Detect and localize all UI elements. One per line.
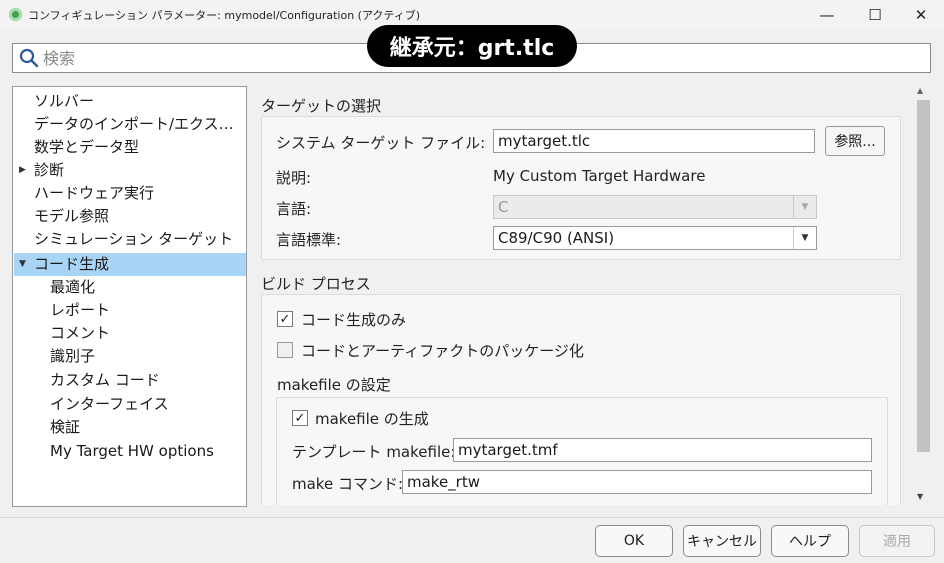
language-dropdown: C ▼: [493, 195, 817, 219]
tree-item-optimization[interactable]: 最適化: [14, 276, 246, 299]
tree-item-label: 数学とデータ型: [34, 138, 140, 156]
tree-item-interface[interactable]: インターフェイス: [14, 393, 246, 416]
tree-item-label: My Target HW options: [50, 442, 214, 460]
tree-item-verification[interactable]: 検証: [14, 416, 246, 439]
chevron-down-icon[interactable]: ▼: [793, 227, 816, 249]
tree-item-label: シミュレーション ターゲット: [34, 230, 234, 248]
tree-item-label: レポート: [50, 301, 111, 319]
tree-item-solver[interactable]: ソルバー: [14, 90, 246, 113]
settings-pane: ターゲットの選択 システム ターゲット ファイル: mytarget.tlc 参…: [249, 86, 913, 505]
scroll-down-icon[interactable]: ▼: [917, 492, 923, 501]
tree-item-label: コメント: [50, 324, 111, 342]
scroll-up-icon[interactable]: ▲: [917, 86, 923, 95]
build-process-title: ビルド プロセス: [261, 275, 371, 293]
tree-item-label: 識別子: [50, 347, 96, 365]
language-value: C: [498, 198, 509, 216]
chevron-down-icon: ▼: [793, 196, 816, 218]
makefile-group: ✓ makefile の生成 テンプレート makefile: mytarget…: [276, 397, 888, 505]
search-icon: [19, 48, 39, 68]
package-code-checkbox[interactable]: [277, 342, 293, 358]
ok-button[interactable]: OK: [595, 525, 673, 557]
package-code-label: コードとアーティファクトのパッケージ化: [301, 342, 584, 360]
tree-item-label: データのインポート/エクスポート: [34, 115, 243, 133]
tree-item-report[interactable]: レポート: [14, 299, 246, 322]
build-process-group: ✓ コード生成のみ コードとアーティファクトのパッケージ化 makefile の…: [261, 294, 901, 505]
generate-makefile-label: makefile の生成: [315, 410, 429, 428]
app-icon: [9, 8, 22, 21]
tree-item-simulation-target[interactable]: シミュレーション ターゲット: [14, 228, 246, 251]
close-button[interactable]: ✕: [898, 0, 944, 30]
language-standard-label: 言語標準:: [276, 231, 342, 249]
tree-item-math-datatypes[interactable]: 数学とデータ型: [14, 136, 246, 159]
tree-item-label: カスタム コード: [50, 371, 160, 389]
description-value: My Custom Target Hardware: [493, 167, 706, 185]
tree-item-label: 診断: [34, 161, 65, 179]
vertical-scrollbar[interactable]: ▲ ▼: [915, 86, 931, 505]
category-tree[interactable]: ソルバー データのインポート/エクスポート 数学とデータ型 ▶ 診断 ハードウェア…: [12, 86, 247, 507]
make-command-field[interactable]: make_rtw: [402, 470, 872, 494]
tree-item-diagnostics[interactable]: ▶ 診断: [14, 159, 246, 182]
template-makefile-field[interactable]: mytarget.tmf: [453, 438, 872, 462]
cancel-button[interactable]: キャンセル: [683, 525, 761, 557]
browse-button[interactable]: 参照...: [825, 126, 885, 156]
tree-item-model-referencing[interactable]: モデル参照: [14, 205, 246, 228]
window-title: コンフィギュレーション パラメーター: mymodel/Configuratio…: [28, 9, 421, 22]
language-label: 言語:: [276, 200, 312, 218]
tree-item-label: 検証: [50, 418, 81, 436]
description-label: 説明:: [276, 169, 312, 187]
tree-item-custom-code[interactable]: カスタム コード: [14, 369, 246, 392]
tree-item-data-import-export[interactable]: データのインポート/エクスポート: [14, 113, 243, 136]
expand-arrow-icon[interactable]: ▶: [19, 159, 26, 182]
target-selection-title: ターゲットの選択: [261, 97, 382, 115]
generate-code-only-label: コード生成のみ: [301, 311, 407, 329]
minimize-button[interactable]: —: [804, 0, 850, 30]
generate-code-only-checkbox[interactable]: ✓: [277, 311, 293, 327]
system-target-field[interactable]: mytarget.tlc: [493, 129, 815, 153]
dialog-button-bar: OK キャンセル ヘルプ 適用: [0, 517, 944, 563]
tree-item-label: 最適化: [50, 278, 96, 296]
tree-item-label: ハードウェア実行: [34, 184, 155, 202]
language-standard-dropdown[interactable]: C89/C90 (ANSI) ▼: [493, 226, 817, 250]
tree-item-hardware-implementation[interactable]: ハードウェア実行: [14, 182, 246, 205]
generate-makefile-checkbox[interactable]: ✓: [292, 410, 308, 426]
target-selection-group: システム ターゲット ファイル: mytarget.tlc 参照... 説明: …: [261, 116, 901, 260]
tree-item-code-generation[interactable]: ▼ コード生成: [14, 253, 246, 276]
tree-item-comments[interactable]: コメント: [14, 322, 246, 345]
tree-item-identifiers[interactable]: 識別子: [14, 345, 246, 368]
tree-item-my-target-hw-options[interactable]: My Target HW options: [14, 440, 246, 463]
apply-button[interactable]: 適用: [859, 525, 935, 557]
language-standard-value: C89/C90 (ANSI): [498, 229, 615, 247]
template-makefile-label: テンプレート makefile:: [292, 443, 456, 461]
collapse-arrow-icon[interactable]: ▼: [19, 253, 26, 276]
tree-item-label: ソルバー: [34, 92, 95, 110]
tree-item-label: コード生成: [34, 255, 110, 273]
scrollbar-thumb[interactable]: [917, 100, 930, 452]
system-target-label: システム ターゲット ファイル:: [276, 134, 486, 152]
help-button[interactable]: ヘルプ: [771, 525, 849, 557]
inherited-target-badge: 継承元：grt.tlc: [367, 25, 577, 67]
makefile-settings-title: makefile の設定: [277, 376, 391, 394]
maximize-button[interactable]: ☐: [852, 0, 898, 30]
tree-item-label: モデル参照: [34, 207, 110, 225]
make-command-label: make コマンド:: [292, 475, 404, 493]
tree-item-label: インターフェイス: [50, 395, 169, 413]
